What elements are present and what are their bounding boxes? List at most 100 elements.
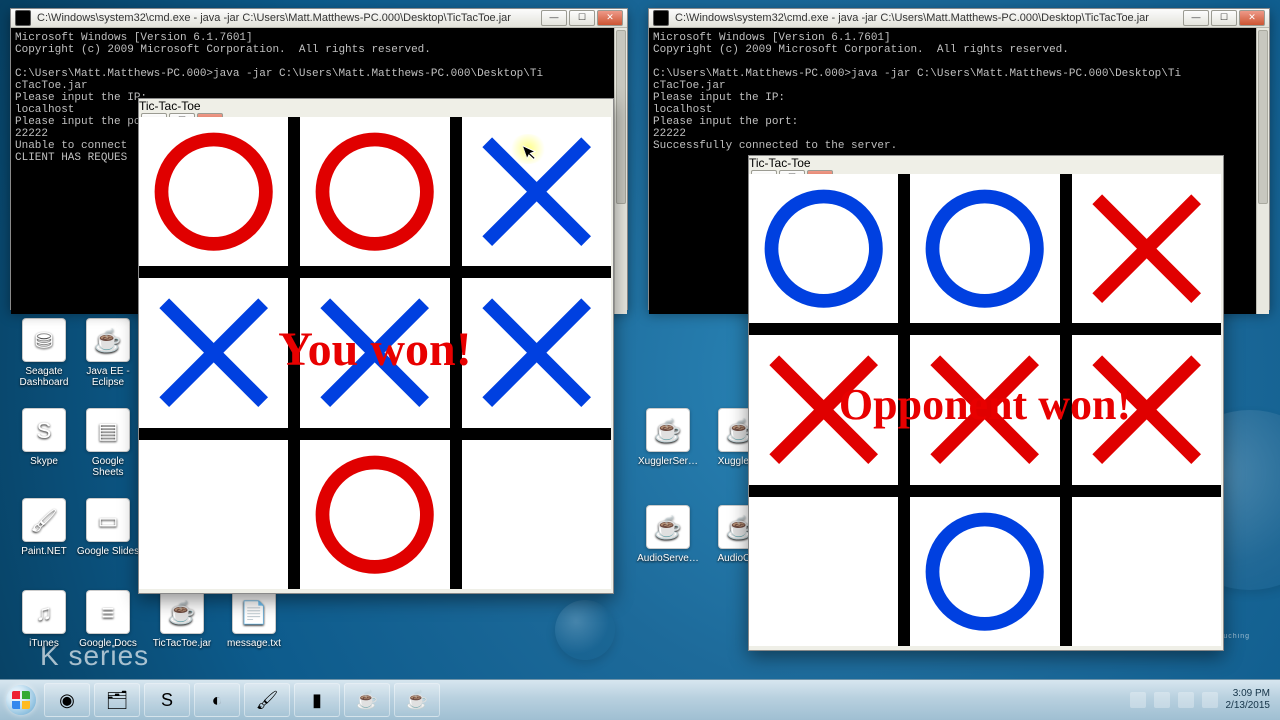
board-cell-1-2[interactable]	[462, 278, 611, 427]
grid-line	[749, 485, 1221, 497]
clock[interactable]: 3:09 PM 2/13/2015	[1226, 688, 1271, 712]
taskbar-app-cmd[interactable]: ▮	[294, 683, 340, 717]
game-board[interactable]: Opponent won!	[749, 174, 1221, 646]
icon-label: Google Slides	[76, 546, 140, 557]
grid-line	[139, 266, 611, 278]
board-cell-2-2[interactable]	[462, 440, 611, 589]
file-icon: ▭	[86, 498, 130, 542]
board-cell-2-1[interactable]	[910, 497, 1059, 646]
desktop-icon[interactable]: 📄 message.txt	[222, 590, 286, 649]
icon-label: iTunes	[12, 638, 76, 649]
system-tray[interactable]: 3:09 PM 2/13/2015	[1130, 688, 1280, 712]
icon-label: XugglerSer…	[636, 456, 700, 467]
taskbar-app-eclipse[interactable]: ◐	[194, 683, 240, 717]
board-cell-1-2[interactable]	[1072, 335, 1221, 484]
desktop-icon[interactable]: ▭ Google Slides	[76, 498, 140, 557]
tray-network-icon[interactable]	[1178, 692, 1194, 708]
desktop-icon[interactable]: ☕ XugglerSer…	[636, 408, 700, 467]
titlebar[interactable]: Tic-Tac-Toe — ☐ ✕	[139, 99, 613, 117]
window-title: C:\Windows\system32\cmd.exe - java -jar …	[37, 12, 533, 24]
icon-label: Skype	[12, 456, 76, 467]
cmd-icon	[15, 10, 31, 26]
board-cell-2-1[interactable]	[300, 440, 449, 589]
desktop-icon[interactable]: ♫ iTunes	[12, 590, 76, 649]
desktop-icon[interactable]: ≡ Google Docs	[76, 590, 140, 649]
taskbar-app-chrome[interactable]: ◉	[44, 683, 90, 717]
board-cell-0-1[interactable]	[910, 174, 1059, 323]
icon-label: Java EE - Eclipse	[76, 366, 140, 388]
window-title: Tic-Tac-Toe	[139, 99, 613, 113]
icon-label: Seagate Dashboard	[12, 366, 76, 388]
taskbar[interactable]: ◉🗂S◐🖌▮☕☕ 3:09 PM 2/13/2015	[0, 679, 1280, 720]
board-cell-0-0[interactable]	[139, 117, 288, 266]
desktop[interactable]: K series ASUS Rock Solid · Heart Touchin…	[0, 0, 1280, 680]
board-cell-1-0[interactable]	[139, 278, 288, 427]
titlebar[interactable]: C:\Windows\system32\cmd.exe - java -jar …	[11, 9, 627, 28]
file-icon: ☕	[646, 408, 690, 452]
board-cell-1-1[interactable]	[910, 335, 1059, 484]
scrollbar[interactable]	[614, 28, 627, 314]
desktop-icon[interactable]: ⛃ Seagate Dashboard	[12, 318, 76, 388]
icon-label: Google Sheets	[76, 456, 140, 478]
icon-label: Paint.NET	[12, 546, 76, 557]
maximize-button[interactable]: ☐	[569, 10, 595, 26]
desktop-icon[interactable]: ☕ Java EE - Eclipse	[76, 318, 140, 388]
decorative-orb	[555, 600, 615, 660]
titlebar[interactable]: Tic-Tac-Toe — ☐ ✕	[749, 156, 1223, 174]
tictactoe-window-left[interactable]: Tic-Tac-Toe — ☐ ✕ You won!	[138, 98, 614, 594]
file-icon: ☕	[86, 318, 130, 362]
cmd-icon	[653, 10, 669, 26]
maximize-button[interactable]: ☐	[1211, 10, 1237, 26]
icon-label: Google Docs	[76, 638, 140, 649]
desktop-icon[interactable]: ☕AudioServe…	[636, 505, 700, 564]
grid-line	[1060, 174, 1072, 646]
minimize-button[interactable]: —	[541, 10, 567, 26]
close-button[interactable]: ✕	[1239, 10, 1265, 26]
file-icon: ☕	[160, 590, 204, 634]
board-cell-1-1[interactable]	[300, 278, 449, 427]
file-icon: ♫	[22, 590, 66, 634]
taskbar-app-skype[interactable]: S	[144, 683, 190, 717]
scrollbar[interactable]	[1256, 28, 1269, 314]
minimize-button[interactable]: —	[1183, 10, 1209, 26]
file-icon: S	[22, 408, 66, 452]
icon-label: AudioServe…	[636, 553, 700, 564]
tray-action-center-icon[interactable]	[1154, 692, 1170, 708]
grid-line	[139, 428, 611, 440]
desktop-icon[interactable]: 🖌 Paint.NET	[12, 498, 76, 557]
file-icon: ≡	[86, 590, 130, 634]
close-button[interactable]: ✕	[597, 10, 623, 26]
taskbar-app-java[interactable]: ☕	[344, 683, 390, 717]
taskbar-app-java[interactable]: ☕	[394, 683, 440, 717]
game-board[interactable]: You won!	[139, 117, 611, 589]
tray-volume-icon[interactable]	[1202, 692, 1218, 708]
file-icon: ⛃	[22, 318, 66, 362]
desktop-icon[interactable]: ▤ Google Sheets	[76, 408, 140, 478]
taskbar-app-paint[interactable]: 🖌	[244, 683, 290, 717]
windows-logo-icon	[6, 685, 36, 715]
taskbar-app-explorer[interactable]: 🗂	[94, 683, 140, 717]
start-button[interactable]	[0, 680, 42, 720]
desktop-icon[interactable]: ☕ TicTacToe.jar	[150, 590, 214, 649]
file-icon: 🖌	[22, 498, 66, 542]
board-cell-2-0[interactable]	[749, 497, 898, 646]
icon-label: message.txt	[222, 638, 286, 649]
window-title: C:\Windows\system32\cmd.exe - java -jar …	[675, 12, 1175, 24]
board-cell-0-1[interactable]	[300, 117, 449, 266]
grid-line	[749, 323, 1221, 335]
board-cell-0-0[interactable]	[749, 174, 898, 323]
window-title: Tic-Tac-Toe	[749, 156, 1223, 170]
board-cell-0-2[interactable]	[1072, 174, 1221, 323]
desktop-icon[interactable]: S Skype	[12, 408, 76, 467]
board-cell-2-2[interactable]	[1072, 497, 1221, 646]
board-cell-0-2[interactable]	[462, 117, 611, 266]
grid-line	[288, 117, 300, 589]
tictactoe-window-right[interactable]: Tic-Tac-Toe — ☐ ✕ Opponent won!	[748, 155, 1224, 651]
file-icon: ▤	[86, 408, 130, 452]
titlebar[interactable]: C:\Windows\system32\cmd.exe - java -jar …	[649, 9, 1269, 28]
icon-label: TicTacToe.jar	[150, 638, 214, 649]
tray-expand-icon[interactable]	[1130, 692, 1146, 708]
board-cell-1-0[interactable]	[749, 335, 898, 484]
board-cell-2-0[interactable]	[139, 440, 288, 589]
file-icon: 📄	[232, 590, 276, 634]
